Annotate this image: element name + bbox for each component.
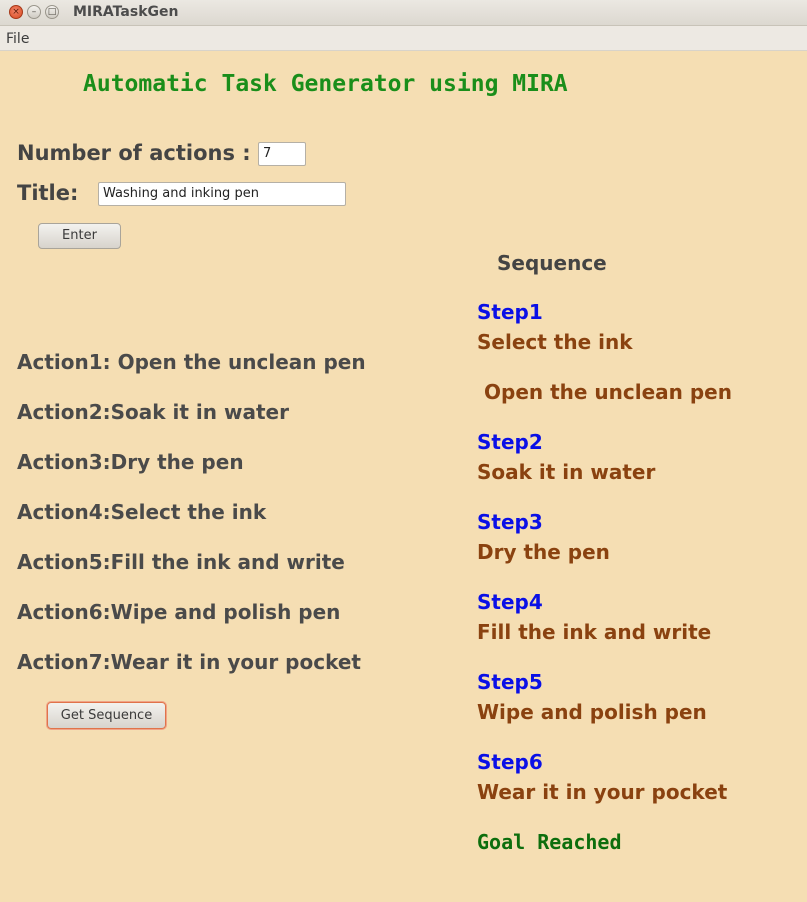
step-text-2: Soak it in water (477, 460, 656, 484)
menu-file[interactable]: File (6, 31, 29, 47)
action-item-2: Action2:Soak it in water (17, 400, 289, 424)
minimize-icon[interactable]: – (27, 5, 41, 19)
sequence-heading: Sequence (497, 251, 607, 275)
title-input[interactable]: Washing and inking pen (98, 182, 346, 206)
num-actions-input[interactable]: 7 (258, 142, 306, 166)
step-label-4: Step4 (477, 590, 543, 614)
enter-button[interactable]: Enter (38, 223, 121, 249)
action-item-4: Action4:Select the ink (17, 500, 267, 524)
title-label: Title: (17, 181, 79, 205)
step-label-5: Step5 (477, 670, 543, 694)
step-label-2: Step2 (477, 430, 543, 454)
step-text-5: Wipe and polish pen (477, 700, 707, 724)
close-icon[interactable]: × (9, 5, 23, 19)
step-label-6: Step6 (477, 750, 543, 774)
get-sequence-button[interactable]: Get Sequence (47, 702, 166, 729)
action-item-7: Action7:Wear it in your pocket (17, 650, 361, 674)
goal-reached-text: Goal Reached (477, 830, 622, 854)
step-text-6: Wear it in your pocket (477, 780, 728, 804)
window-titlebar: × – □ MIRATaskGen (0, 0, 807, 26)
window-title: MIRATaskGen (73, 4, 179, 20)
action-item-3: Action3:Dry the pen (17, 450, 244, 474)
menu-bar: File (0, 26, 807, 51)
step-text-4: Fill the ink and write (477, 620, 712, 644)
action-item-6: Action6:Wipe and polish pen (17, 600, 341, 624)
action-item-1: Action1: Open the unclean pen (17, 350, 366, 374)
step-label-3: Step3 (477, 510, 543, 534)
step-text-3: Dry the pen (477, 540, 610, 564)
step-text-1: Select the ink (477, 330, 633, 354)
num-actions-label: Number of actions : (17, 141, 251, 165)
action-item-5: Action5:Fill the ink and write (17, 550, 345, 574)
step-label-1: Step1 (477, 300, 543, 324)
app-heading: Automatic Task Generator using MIRA (83, 71, 568, 97)
step-extra-text: Open the unclean pen (484, 380, 732, 404)
maximize-icon[interactable]: □ (45, 5, 59, 19)
